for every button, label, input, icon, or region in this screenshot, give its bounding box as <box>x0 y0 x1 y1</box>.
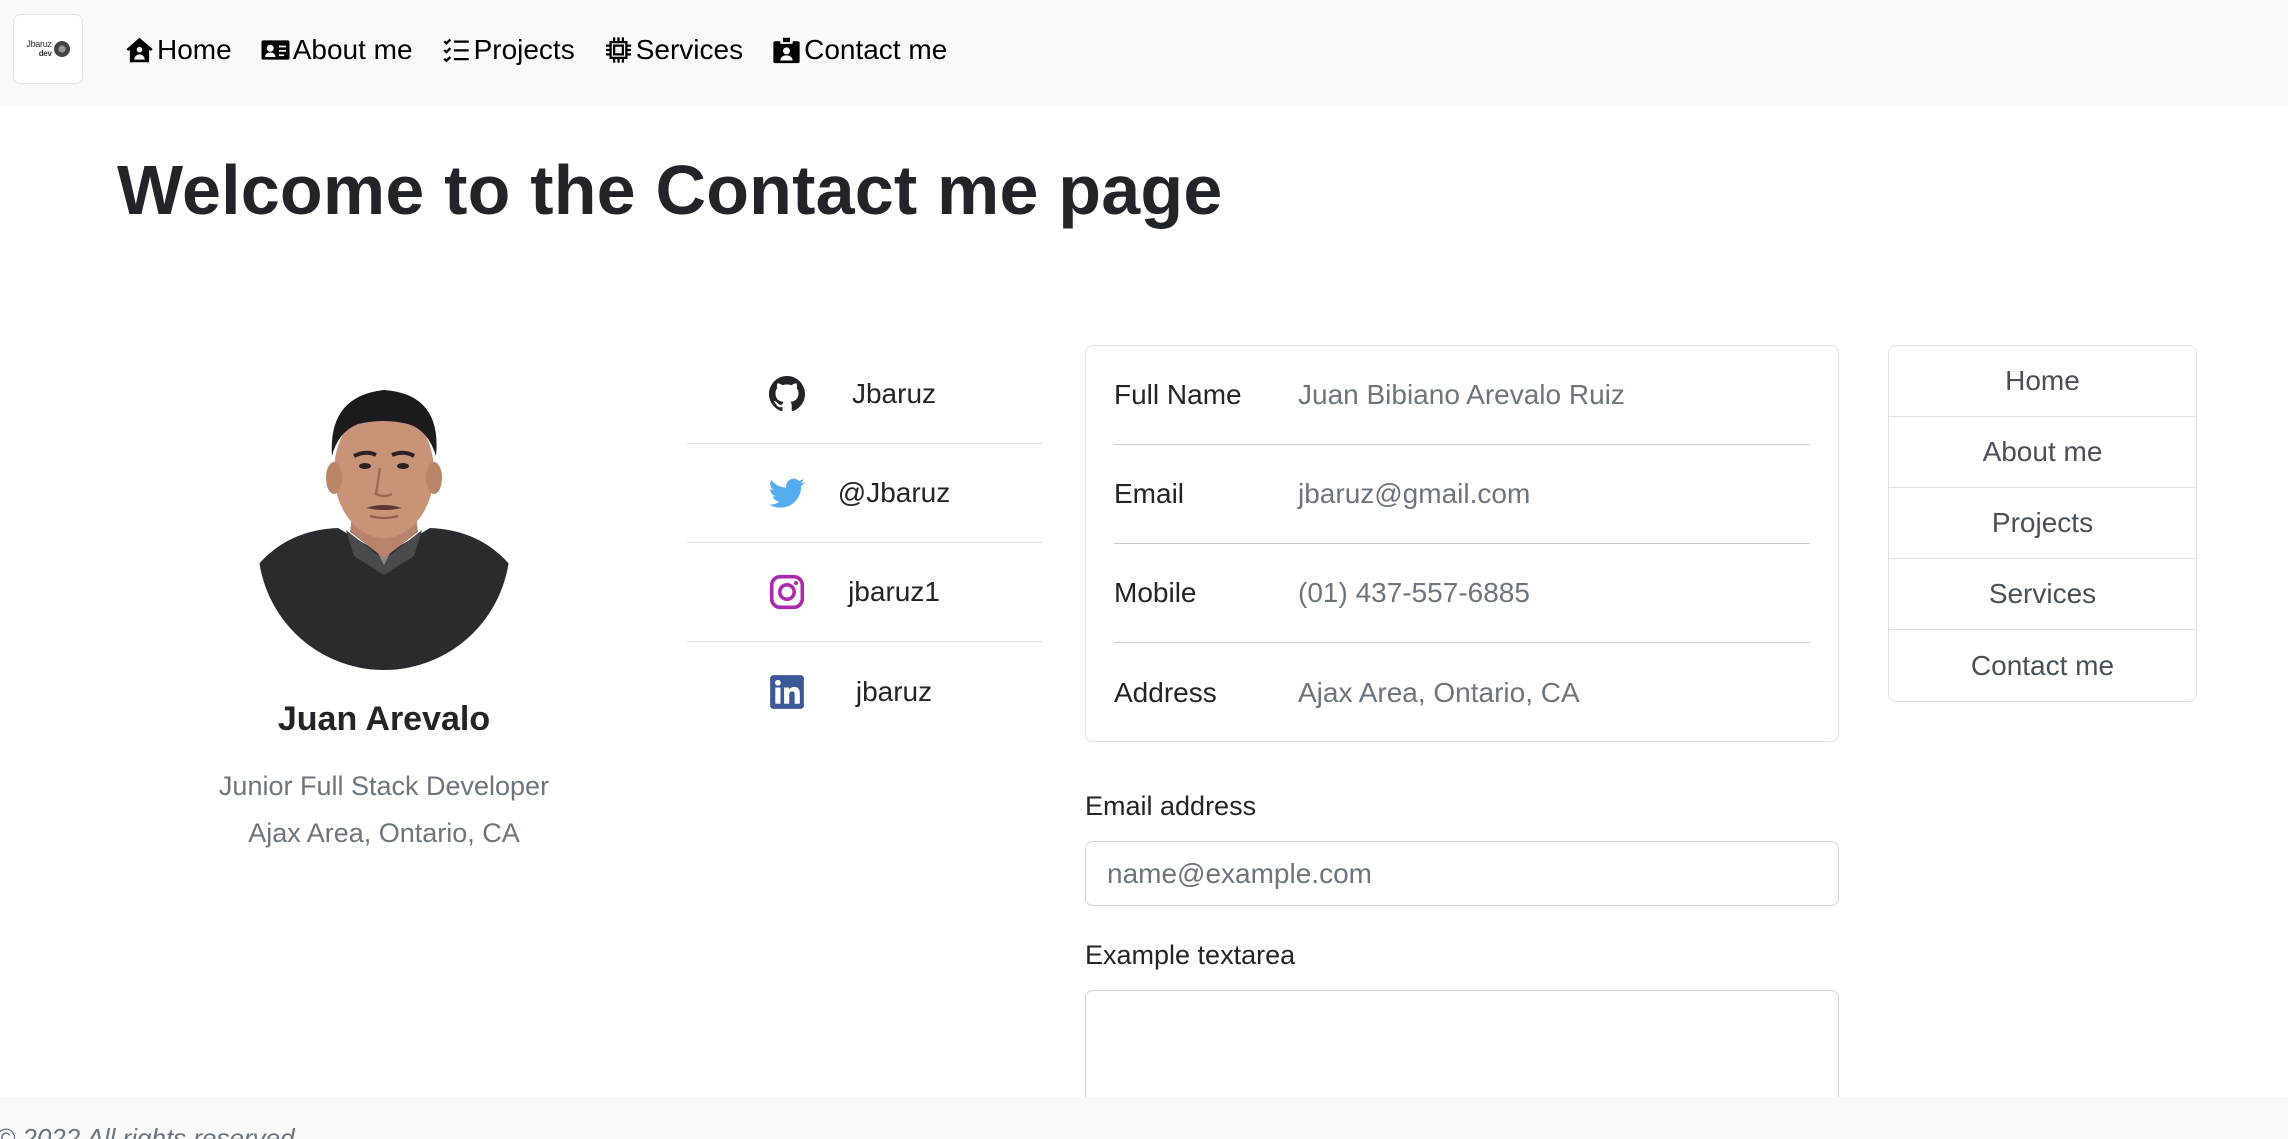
info-key: Email <box>1114 478 1185 509</box>
social-item-linkedin[interactable]: jbaruz <box>687 642 1043 741</box>
nav-links: Home About me Projects Services Contact … <box>124 30 975 70</box>
instagram-icon <box>769 574 805 610</box>
house-icon <box>126 37 153 63</box>
brand-line1: Jbaruz <box>26 39 52 49</box>
side-nav-list: Home About me Projects Services Contact … <box>1888 345 2197 702</box>
side-item-projects[interactable]: Projects <box>1889 488 2196 559</box>
person-card-icon <box>261 40 290 60</box>
profile-card: Juan Arevalo Junior Full Stack Developer… <box>174 360 594 849</box>
contact-info-card: Full Name Juan Bibiano Arevalo Ruiz Emai… <box>1085 345 1839 742</box>
nav-item-services[interactable]: Services <box>603 34 743 66</box>
side-item-about[interactable]: About me <box>1889 417 2196 488</box>
twitter-icon <box>769 475 805 511</box>
info-value: jbaruz@gmail.com <box>1298 478 1531 509</box>
info-row-email: Email jbaruz@gmail.com <box>1114 445 1810 544</box>
list-check-icon <box>443 38 469 63</box>
nav-item-contact[interactable]: Contact me <box>771 34 947 66</box>
social-item-github[interactable]: Jbaruz <box>687 345 1043 444</box>
avatar-photo <box>258 360 510 670</box>
social-label: jbaruz <box>855 675 933 707</box>
info-row-address: Address Ajax Area, Ontario, CA <box>1114 643 1810 742</box>
profile-role: Junior Full Stack Developer <box>218 771 550 801</box>
nav-item-projects[interactable]: Projects <box>441 34 575 66</box>
social-item-twitter[interactable]: @Jbaruz <box>687 444 1043 543</box>
info-key: Mobile <box>1114 577 1197 608</box>
brand-line2: dev <box>38 49 52 58</box>
footer-copyright: © 2022 All rights reserved <box>0 1123 295 1139</box>
social-links: Jbaruz @Jbaruz jbaruz1 jbaruz <box>687 345 1043 741</box>
cpu-icon <box>605 37 631 63</box>
social-label: jbaruz1 <box>848 576 940 607</box>
info-key: Full Name <box>1114 379 1242 410</box>
side-item-home[interactable]: Home <box>1889 346 2196 417</box>
email-field[interactable] <box>1085 841 1839 906</box>
nav-label: Projects <box>473 34 575 65</box>
page-title: Welcome to the Contact me page <box>117 151 1223 229</box>
nav-item-about[interactable]: About me <box>260 34 413 66</box>
nav-label: About me <box>292 34 413 65</box>
profile-name: Juan Arevalo <box>277 700 491 738</box>
navbar: Jbaruz dev Home About me Projects Servic… <box>0 0 2288 106</box>
info-key: Address <box>1114 676 1217 708</box>
textarea-label: Example textarea <box>1085 940 1296 970</box>
social-item-instagram[interactable]: jbaruz1 <box>687 543 1043 642</box>
nav-label: Services <box>635 34 744 65</box>
brand-mark-icon <box>53 41 70 57</box>
info-row-mobile: Mobile (01) 437-557-6885 <box>1114 544 1810 643</box>
badge-icon <box>773 37 800 64</box>
social-label: Jbaruz <box>851 378 937 409</box>
brand-text: Jbaruz dev <box>26 39 52 59</box>
info-value: Ajax Area, Ontario, CA <box>1298 676 1580 708</box>
side-item-services[interactable]: Services <box>1889 559 2196 630</box>
linkedin-icon <box>769 674 805 710</box>
profile-location: Ajax Area, Ontario, CA <box>248 818 520 848</box>
nav-item-home[interactable]: Home <box>124 34 232 66</box>
info-value: (01) 437-557-6885 <box>1298 577 1530 608</box>
side-item-contact[interactable]: Contact me <box>1889 630 2196 701</box>
nav-label: Contact me <box>804 34 948 65</box>
info-value: Juan Bibiano Arevalo Ruiz <box>1298 379 1625 410</box>
avatar <box>258 360 510 670</box>
brand-logo[interactable]: Jbaruz dev <box>13 14 83 84</box>
info-row-full-name: Full Name Juan Bibiano Arevalo Ruiz <box>1114 346 1810 445</box>
github-icon <box>769 376 805 412</box>
email-label: Email address <box>1085 791 1257 821</box>
nav-label: Home <box>157 34 232 65</box>
footer: © 2022 All rights reserved <box>0 1097 2288 1139</box>
social-label: @Jbaruz <box>837 477 951 508</box>
